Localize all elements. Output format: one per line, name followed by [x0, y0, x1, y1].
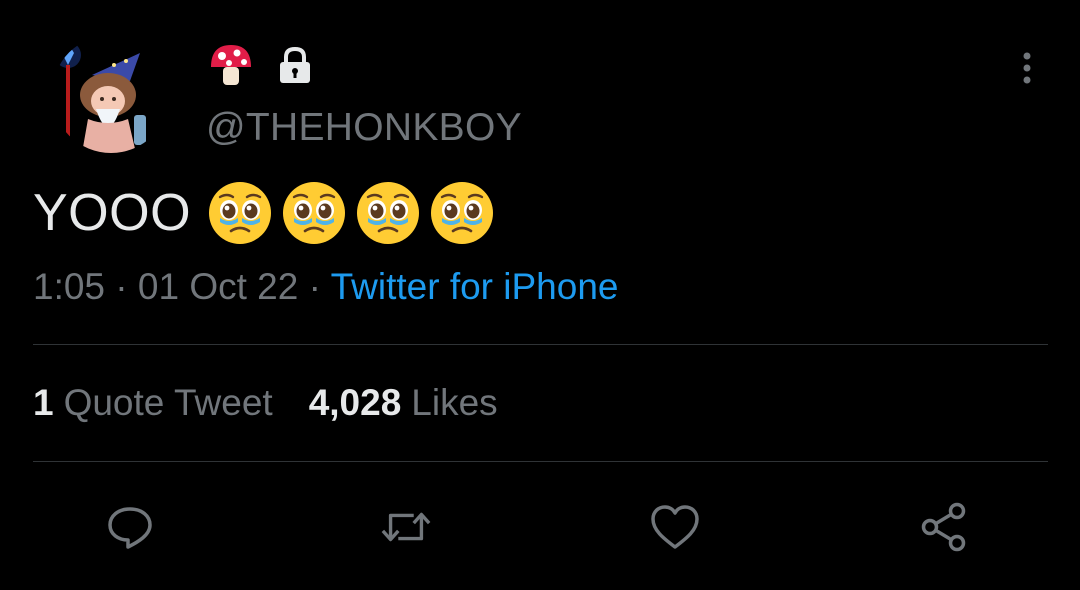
reply-button[interactable] [103, 500, 157, 554]
quote-label: Quote Tweet [63, 382, 273, 423]
divider [33, 344, 1048, 345]
tweet-text-content: YOOO [33, 184, 192, 242]
like-icon [651, 505, 699, 549]
pleading-face-emoji [209, 182, 272, 244]
quote-tweets-stat[interactable]: 1 Quote Tweet [33, 382, 273, 424]
tweet-emojis [207, 180, 495, 246]
pleading-face-emoji [357, 182, 420, 244]
like-button[interactable] [648, 500, 702, 554]
pleading-face-emoji [431, 182, 494, 244]
retweet-button[interactable] [379, 500, 433, 554]
wizard-avatar-image [52, 35, 170, 153]
avatar[interactable] [52, 35, 170, 153]
meta-separator: · [308, 266, 321, 307]
pleading-face-emoji [283, 182, 346, 244]
likes-label: Likes [411, 382, 498, 423]
tweet-meta: 1:05 · 01 Oct 22 · Twitter for iPhone [33, 266, 618, 308]
tweet-date[interactable]: 01 Oct 22 [138, 266, 298, 307]
share-button[interactable] [917, 500, 971, 554]
tweet-text: YOOO [33, 180, 495, 246]
likes-count: 4,028 [308, 382, 402, 423]
reply-icon [108, 507, 152, 549]
likes-stat[interactable]: 4,028 Likes [309, 382, 498, 424]
quote-count: 1 [33, 382, 54, 423]
lock-icon [280, 46, 310, 83]
mushroom-icon [211, 45, 251, 85]
divider [33, 461, 1048, 462]
tweet-stats: 1 Quote Tweet 4,028 Likes [33, 382, 498, 424]
retweet-icon [381, 512, 431, 542]
user-handle[interactable]: @THEHONKBOY [206, 106, 522, 150]
meta-separator: · [115, 266, 128, 307]
tweet-source-link[interactable]: Twitter for iPhone [331, 266, 619, 307]
share-icon [921, 502, 966, 552]
tweet-time[interactable]: 1:05 [33, 266, 105, 307]
display-name-row [207, 40, 313, 90]
more-vertical-icon[interactable] [1012, 50, 1042, 90]
